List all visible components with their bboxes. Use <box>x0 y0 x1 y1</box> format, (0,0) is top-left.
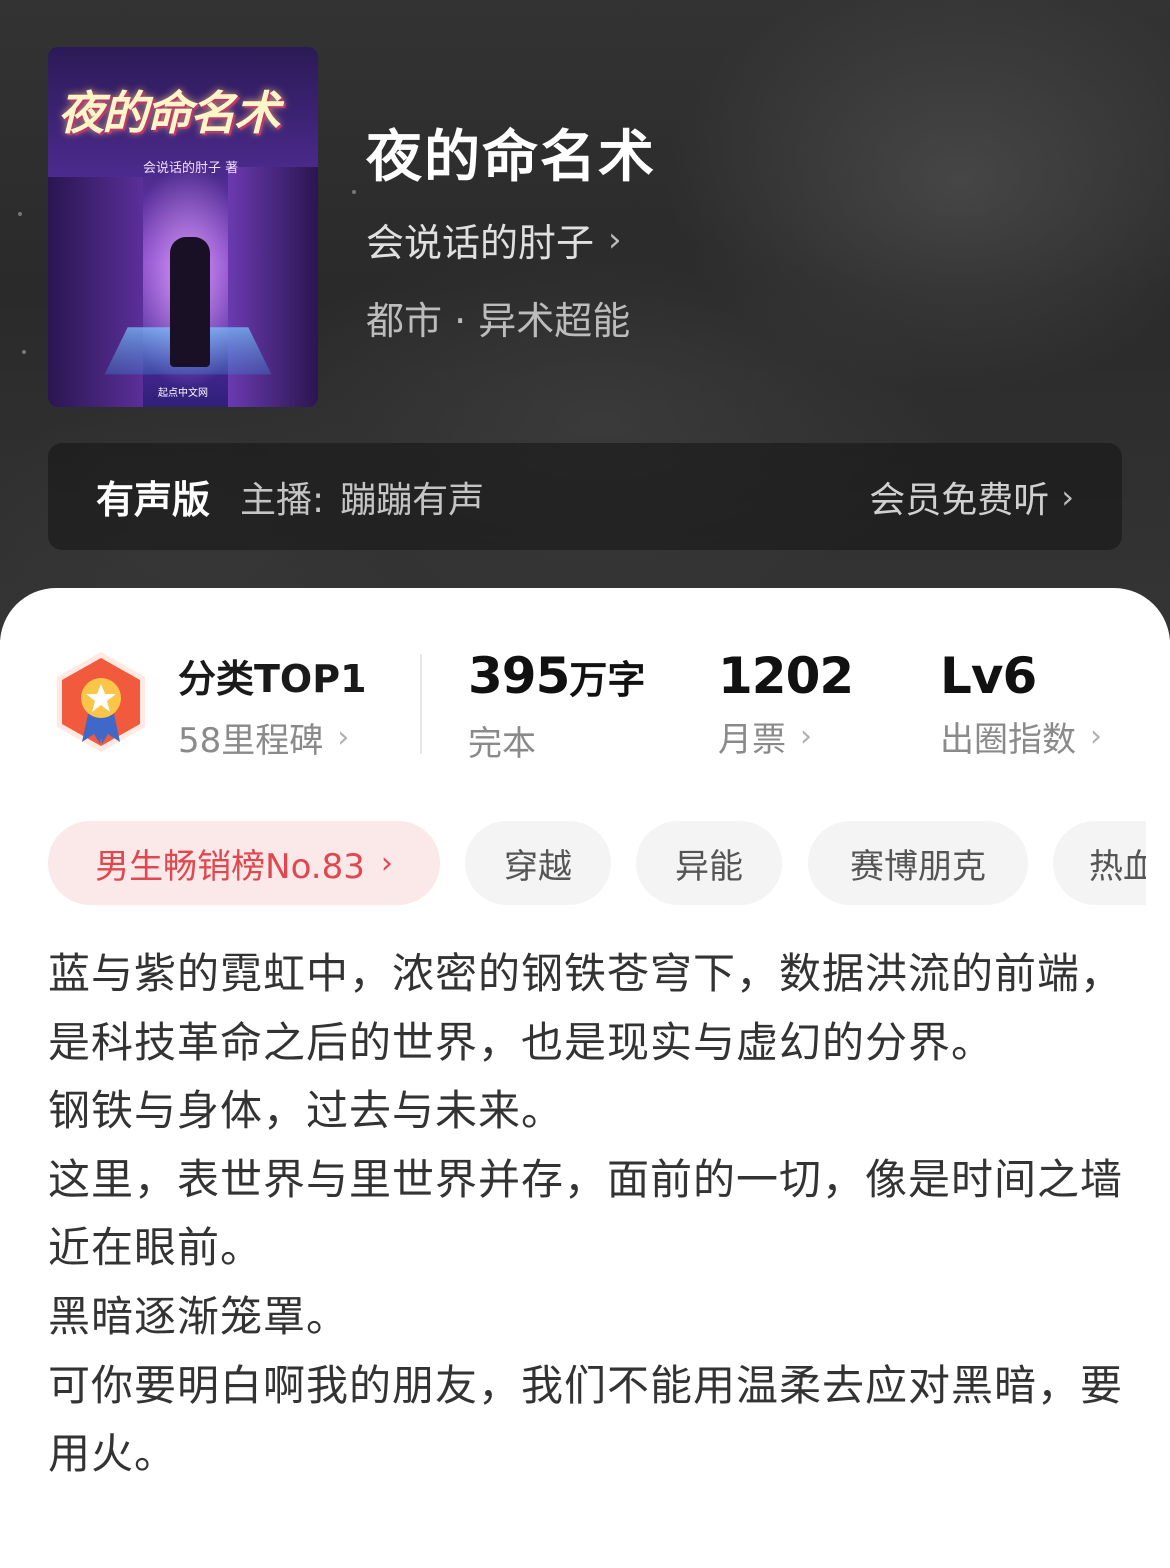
tag-label: 热血 <box>1089 846 1146 887</box>
tag-list: 男生畅销榜No.83 › 穿越 异能 赛博朋克 热血 <box>48 821 1146 905</box>
member-free-listen-link[interactable]: 会员免费听 › <box>869 471 1074 523</box>
milestone-label: 58里程碑 <box>178 721 324 761</box>
category-rank-value: 分类TOP1 <box>178 657 367 701</box>
synopsis-paragraph: 钢铁与身体，过去与未来。 <box>48 1086 565 1136</box>
category-rank-stat[interactable]: 分类TOP1 58里程碑 › <box>178 648 367 762</box>
cover-author: 会说话的肘子 著 <box>143 161 239 176</box>
audio-version-bar[interactable]: 有声版 主播: 蹦蹦有声 会员免费听 › <box>48 443 1122 550</box>
word-count-stat: 395万字 完本 <box>468 648 645 765</box>
tag-chip[interactable]: 热血 <box>1053 821 1146 905</box>
cover-title: 夜的命名术 <box>58 86 280 140</box>
tag-label: 穿越 <box>504 846 572 887</box>
bestseller-rank-tag[interactable]: 男生畅销榜No.83 › <box>48 821 440 905</box>
synopsis-paragraph: 这里，表世界与里世界并存，面前的一切，像是时间之墙近在眼前。 <box>48 1154 1124 1273</box>
book-detail-sheet: 分类TOP1 58里程碑 › 395万字 完本 1202 月票 › Lv6 出圈… <box>0 588 1170 1568</box>
author-name: 会说话的肘子 <box>366 221 595 265</box>
book-cover[interactable]: 夜的命名术 会说话的肘子 著 起点中文网 <box>48 47 318 407</box>
anchor-label: 主播: <box>240 479 325 521</box>
member-free-listen-label: 会员免费听 <box>869 479 1050 521</box>
audio-version-label: 有声版 <box>96 478 211 522</box>
monthly-votes-label: 月票 <box>718 720 786 760</box>
tag-chip[interactable]: 穿越 <box>465 821 611 905</box>
chevron-right-icon: › <box>800 719 812 754</box>
stats-divider <box>420 654 422 754</box>
chevron-right-icon: › <box>1061 477 1074 516</box>
completion-status: 完本 <box>468 724 536 764</box>
word-count-unit: 万字 <box>569 658 646 702</box>
popularity-index-label: 出圈指数 <box>940 720 1076 760</box>
word-count-value: 395 <box>468 647 570 705</box>
cover-publisher: 起点中文网 <box>158 388 208 399</box>
book-title: 夜的命名术 <box>366 125 656 190</box>
synopsis-paragraph: 蓝与紫的霓虹中，浓密的钢铁苍穹下，数据洪流的前端，是科技革命之后的世界，也是现实… <box>48 949 1124 1067</box>
chevron-right-icon: › <box>380 845 393 881</box>
synopsis-paragraph: 黑暗逐渐笼罩。 <box>48 1291 350 1341</box>
book-genre: 都市 · 异术超能 <box>366 299 631 343</box>
stats-row: 分类TOP1 58里程碑 › 395万字 完本 1202 月票 › Lv6 出圈… <box>0 588 1170 788</box>
monthly-votes-value: 1202 <box>718 647 854 705</box>
decor-star <box>18 212 22 216</box>
tag-chip[interactable]: 异能 <box>636 821 782 905</box>
synopsis-paragraph: 可你要明白啊我的朋友，我们不能用温柔去应对黑暗，要用火。 <box>48 1360 1124 1479</box>
decor-star <box>352 190 356 194</box>
monthly-votes-stat[interactable]: 1202 月票 › <box>718 647 854 761</box>
chevron-right-icon: › <box>608 219 622 260</box>
anchor-name: 蹦蹦有声 <box>340 479 485 521</box>
popularity-level-value: Lv6 <box>940 647 1037 705</box>
medal-badge-icon <box>57 652 145 752</box>
tag-label: 异能 <box>675 846 743 887</box>
decor-star <box>22 350 26 354</box>
author-link[interactable]: 会说话的肘子 › <box>366 212 622 267</box>
chevron-right-icon: › <box>337 720 350 755</box>
tag-label: 赛博朋克 <box>850 846 986 887</box>
popularity-index-stat[interactable]: Lv6 出圈指数 › <box>940 648 1102 761</box>
tag-chip[interactable]: 赛博朋克 <box>808 821 1028 905</box>
book-synopsis: 蓝与紫的霓虹中，浓密的钢铁苍穹下，数据洪流的前端，是科技革命之后的世界，也是现实… <box>48 940 1128 1489</box>
bestseller-rank-label: 男生畅销榜No.83 <box>95 846 365 887</box>
book-header: 夜的命名术 会说话的肘子 著 起点中文网 夜的命名术 会说话的肘子 › 都市 ·… <box>0 0 1170 640</box>
cover-art-figure <box>170 237 210 367</box>
chevron-right-icon: › <box>1090 719 1102 754</box>
